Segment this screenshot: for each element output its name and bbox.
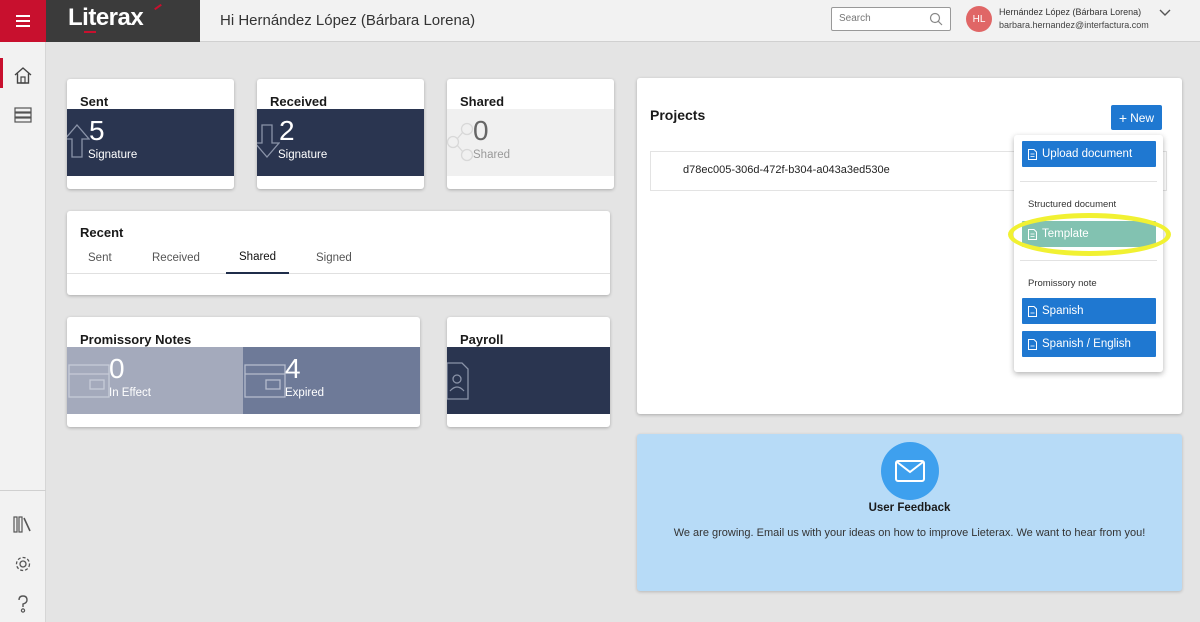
received-card[interactable]: Received 2 Signature	[257, 79, 424, 189]
list-icon	[14, 107, 32, 123]
menu-divider	[1020, 181, 1157, 182]
payroll-tile[interactable]	[447, 347, 610, 414]
sent-card[interactable]: Sent 5 Signature	[67, 79, 234, 189]
spanish-label: Spanish	[1042, 305, 1084, 317]
expired-label: Expired	[285, 387, 324, 399]
menu-icon	[16, 15, 30, 27]
sidebar-item-help[interactable]	[12, 593, 34, 615]
card-note-icon	[244, 364, 286, 398]
chevron-down-icon[interactable]	[1159, 8, 1171, 18]
menu-divider	[1020, 260, 1157, 261]
tab-sent[interactable]: Sent	[88, 252, 112, 264]
shared-title: Shared	[460, 94, 505, 109]
shared-tile[interactable]: 0 Shared	[447, 109, 614, 176]
logo-text: Literax	[68, 4, 144, 31]
envelope-icon	[895, 460, 925, 482]
sidebar-item-settings[interactable]	[12, 553, 34, 575]
tab-received[interactable]: Received	[152, 252, 200, 264]
promissory-title: Promissory Notes	[80, 332, 192, 347]
search-placeholder: Search	[839, 13, 871, 24]
sidebar-item-documents[interactable]	[12, 104, 34, 126]
payroll-document-icon	[447, 362, 469, 400]
card-note-icon	[68, 364, 110, 398]
user-feedback-card[interactable]: User Feedback We are growing. Email us w…	[637, 434, 1182, 591]
feedback-title: User Feedback	[868, 502, 951, 514]
user-email: barbara.hernandez@interfactura.com	[999, 20, 1149, 30]
document-icon	[1028, 148, 1037, 160]
projects-title: Projects	[650, 107, 706, 123]
shared-label: Shared	[473, 149, 511, 161]
spanish-english-button[interactable]: Spanish / English	[1022, 331, 1156, 357]
share-icon	[447, 122, 474, 162]
promissory-notes-card: Promissory Notes 0 In Effect 4 Expired	[67, 317, 420, 427]
recent-title: Recent	[80, 225, 124, 240]
sidebar	[0, 42, 46, 622]
search-icon[interactable]	[929, 12, 943, 26]
hamburger-menu-button[interactable]	[0, 0, 46, 42]
structured-document-header: Structured document	[1028, 199, 1117, 210]
expired-count: 4	[285, 353, 301, 384]
home-icon	[14, 66, 32, 84]
received-title: Received	[270, 94, 328, 109]
received-count: 2	[279, 115, 295, 146]
project-id: d78ec005-306d-472f-b304-a043a3ed530e	[683, 164, 890, 176]
payroll-card[interactable]: Payroll	[447, 317, 610, 427]
feedback-text: We are growing. Email us with your ideas…	[673, 527, 1146, 539]
new-button-label: New	[1130, 110, 1155, 125]
expired-tile[interactable]: 4 Expired	[243, 347, 420, 414]
gear-icon	[15, 556, 31, 572]
download-arrow-icon	[257, 124, 280, 158]
email-button[interactable]	[881, 442, 939, 500]
received-label: Signature	[278, 149, 328, 161]
recent-card: Recent Sent Received Shared Signed	[67, 211, 610, 295]
shared-card[interactable]: Shared 0 Shared	[447, 79, 614, 189]
logo-accent	[84, 31, 96, 33]
sent-tile[interactable]: 5 Signature	[67, 109, 234, 176]
sent-label: Signature	[88, 149, 138, 161]
spanish-button[interactable]: Spanish	[1022, 298, 1156, 324]
sent-title: Sent	[80, 94, 109, 109]
upload-document-label: Upload document	[1042, 148, 1133, 160]
sent-count: 5	[89, 115, 105, 146]
payroll-title: Payroll	[460, 332, 504, 347]
plus-icon: +	[1118, 109, 1128, 126]
help-icon	[18, 595, 28, 613]
sidebar-item-library[interactable]	[12, 513, 34, 535]
document-icon	[1028, 305, 1037, 317]
document-icon	[1028, 338, 1037, 350]
greeting-text: Hi Hernández López (Bárbara Lorena)	[220, 12, 476, 29]
logo[interactable]: Literax	[46, 0, 200, 42]
search-input[interactable]: Search	[831, 7, 951, 31]
promissory-note-header: Promissory note	[1028, 278, 1097, 289]
in-effect-tile[interactable]: 0 In Effect	[67, 347, 243, 414]
tab-signed[interactable]: Signed	[316, 252, 352, 264]
in-effect-label: In Effect	[109, 387, 151, 399]
spanish-english-label: Spanish / English	[1042, 338, 1131, 350]
tab-shared[interactable]: Shared	[239, 251, 276, 263]
library-icon	[13, 516, 31, 533]
in-effect-count: 0	[109, 353, 125, 384]
received-tile[interactable]: 2 Signature	[257, 109, 424, 176]
sidebar-item-home[interactable]	[12, 64, 34, 86]
user-name[interactable]: Hernández López (Bárbara Lorena)	[999, 7, 1141, 17]
logo-accent-tick	[154, 3, 162, 11]
shared-count: 0	[473, 115, 489, 146]
active-indicator	[0, 58, 3, 88]
tabs-divider	[67, 273, 610, 274]
upload-arrow-icon	[67, 124, 90, 158]
avatar[interactable]: HL	[966, 6, 992, 32]
highlight-ellipse	[1008, 213, 1171, 256]
upload-document-button[interactable]: Upload document	[1022, 141, 1156, 167]
top-bar: Literax Hi Hernández López (Bárbara Lore…	[0, 0, 1200, 42]
new-project-button[interactable]: + New	[1111, 105, 1162, 130]
active-tab-indicator	[226, 272, 289, 274]
sidebar-divider	[0, 490, 46, 491]
